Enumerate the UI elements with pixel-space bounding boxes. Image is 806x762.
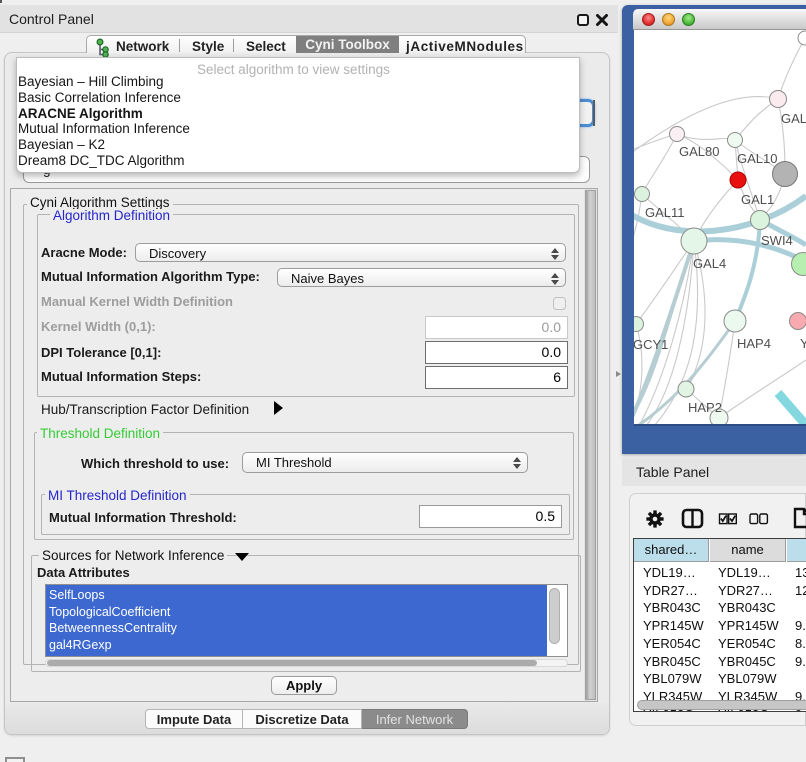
svg-text:GCY1: GCY1 (634, 337, 668, 352)
svg-text:GAL11: GAL11 (645, 205, 685, 220)
svg-text:HAP2: HAP2 (688, 400, 722, 415)
svg-text:GAL: GAL (781, 111, 806, 126)
svg-text:GAL4: GAL4 (693, 256, 726, 271)
svg-text:GAL10: GAL10 (737, 151, 777, 166)
svg-text:Y: Y (800, 336, 806, 351)
svg-text:SWI4: SWI4 (761, 233, 793, 248)
svg-text:HAP4: HAP4 (737, 336, 771, 351)
svg-text:GAL1: GAL1 (741, 192, 774, 207)
svg-text:GAL80: GAL80 (679, 144, 719, 159)
